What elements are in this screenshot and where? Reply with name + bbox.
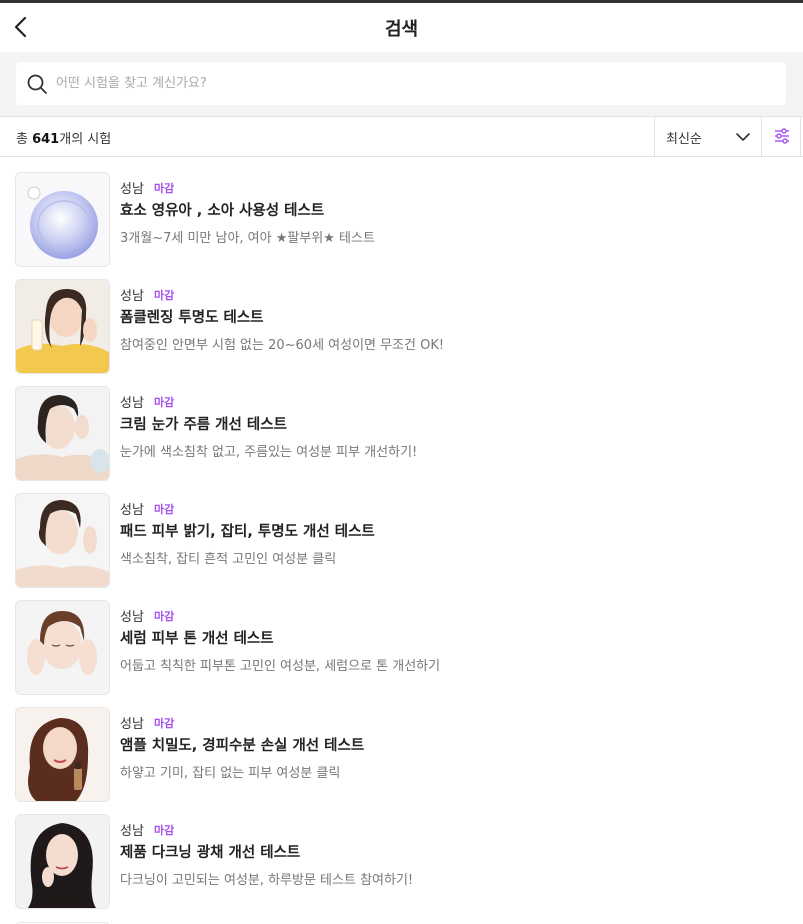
- status-badge: 마감: [154, 824, 175, 837]
- status-badge: 마감: [154, 289, 175, 302]
- thumbnail-image: [15, 600, 110, 695]
- woman-portrait-image: [16, 387, 109, 480]
- test-location: 성남: [120, 289, 144, 304]
- test-title: 패드 피부 밝기, 잡티, 투명도 개선 테스트: [120, 524, 375, 540]
- test-title: 앰플 치밀도, 경피수분 손실 개선 테스트: [120, 738, 365, 754]
- test-description: 참여중인 안면부 시험 없는 20~60세 여성이면 무조건 OK!: [120, 338, 445, 353]
- test-location: 성남: [120, 717, 144, 732]
- test-title: 제품 다크닝 광채 개선 테스트: [120, 845, 301, 861]
- woman-portrait-image: [16, 280, 109, 373]
- test-list: 성남 마감 효소 영유아 , 소아 사용성 테스트 3개월~7세 미만 남아, …: [0, 157, 803, 924]
- sliders-icon: [775, 128, 789, 144]
- test-description: 색소침착, 잡티 흔적 고민인 여성분 클릭: [120, 552, 337, 567]
- total-count-text: 총 641개의 시험: [16, 128, 111, 147]
- search-input[interactable]: [56, 62, 776, 105]
- sort-select[interactable]: 최신순: [654, 117, 761, 156]
- woman-portrait-image: [16, 601, 109, 694]
- filter-button[interactable]: [761, 117, 801, 156]
- test-description: 3개월~7세 미만 남아, 여아 ★팔부위★ 테스트: [120, 231, 375, 246]
- test-list-item[interactable]: 성남 마감 효소 영유아 , 소아 사용성 테스트 3개월~7세 미만 남아, …: [0, 157, 803, 267]
- status-badge: 마감: [154, 503, 175, 516]
- sort-label: 최신순: [666, 132, 702, 147]
- thumbnail-image: [15, 814, 110, 909]
- test-title: 효소 영유아 , 소아 사용성 테스트: [120, 203, 325, 219]
- test-location: 성남: [120, 182, 144, 197]
- filter-bar: 총 641개의 시험 최신순: [0, 116, 803, 157]
- test-title: 폼클렌징 투명도 테스트: [120, 310, 264, 326]
- status-badge: 마감: [154, 717, 175, 730]
- test-description: 어둡고 칙칙한 피부톤 고민인 여성분, 세럼으로 톤 개선하기: [120, 659, 441, 674]
- test-description: 눈가에 색소침착 없고, 주름있는 여성분 피부 개선하기!: [120, 445, 418, 460]
- search-box[interactable]: [16, 62, 786, 105]
- test-list-item[interactable]: 성남 마감 앰플 치밀도, 경피수분 손실 개선 테스트 하얗고 기미, 잡티 …: [0, 692, 803, 802]
- test-list-item[interactable]: 성남 마감 폼클렌징 투명도 테스트 참여중인 안면부 시험 없는 20~60세…: [0, 264, 803, 374]
- thumbnail-image: [15, 493, 110, 588]
- cream-jar-image: [16, 173, 109, 266]
- test-list-item[interactable]: 성남 마감 제품 다크닝 광채 개선 테스트 다크닝이 고민되는 여성분, 하루…: [0, 799, 803, 909]
- test-list-item[interactable]: 성남 마감 세럼 피부 톤 개선 테스트 어둡고 칙칙한 피부톤 고민인 여성분…: [0, 585, 803, 695]
- test-description: 하얗고 기미, 잡티 없는 피부 여성분 클릭: [120, 766, 341, 781]
- page-title: 검색: [384, 19, 419, 40]
- status-badge: 마감: [154, 396, 175, 409]
- thumbnail-image: [15, 386, 110, 481]
- test-list-item[interactable]: 성남 마감 크림 눈가 주름 개선 테스트 눈가에 색소침착 없고, 주름있는 …: [0, 371, 803, 481]
- header: 검색: [0, 3, 803, 52]
- test-location: 성남: [120, 610, 144, 625]
- thumbnail-image: [15, 172, 110, 267]
- test-list-item[interactable]: 성남 마감 패드 피부 밝기, 잡티, 투명도 개선 테스트 색소침착, 잡티 …: [0, 478, 803, 588]
- woman-portrait-image: [16, 815, 109, 908]
- test-title: 세럼 피부 톤 개선 테스트: [120, 631, 274, 647]
- chevron-down-icon: [736, 133, 750, 141]
- total-count: 641: [32, 132, 60, 147]
- total-suffix: 개의 시험: [59, 132, 112, 147]
- test-location: 성남: [120, 824, 144, 839]
- test-title: 크림 눈가 주름 개선 테스트: [120, 417, 287, 433]
- test-description: 다크닝이 고민되는 여성분, 하루방문 테스트 참여하기!: [120, 873, 414, 888]
- search-area: [0, 52, 803, 116]
- thumbnail-image: [15, 279, 110, 374]
- search-icon: [27, 74, 47, 94]
- woman-portrait-image: [16, 708, 109, 801]
- total-prefix: 총: [16, 132, 33, 147]
- woman-portrait-image: [16, 494, 109, 587]
- thumbnail-image: [15, 707, 110, 802]
- test-location: 성남: [120, 396, 144, 411]
- status-badge: 마감: [154, 610, 175, 623]
- status-badge: 마감: [154, 182, 175, 195]
- test-location: 성남: [120, 503, 144, 518]
